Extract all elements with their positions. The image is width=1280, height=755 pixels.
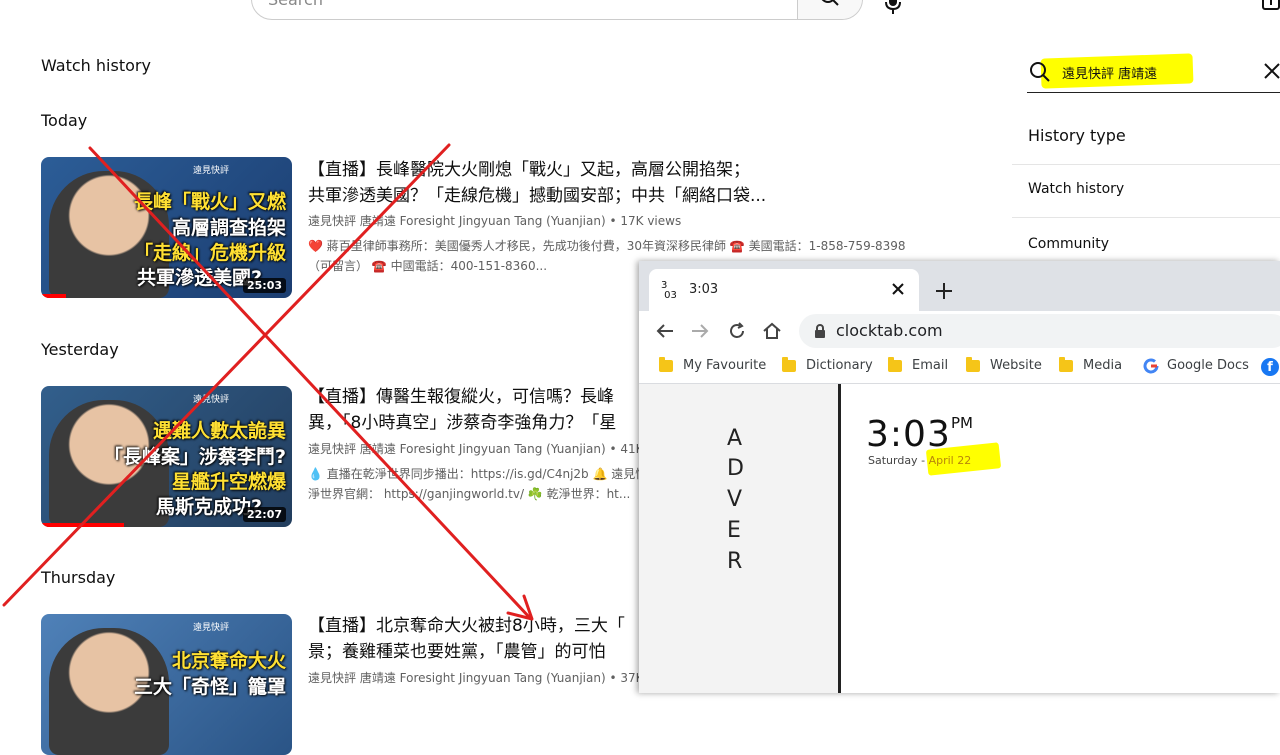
page-content: A D V E R 3:03 PM Saturday - April 22: [639, 384, 1280, 693]
filter-label: Watch history: [1028, 181, 1125, 197]
forward-icon[interactable]: [690, 321, 710, 341]
reload-icon[interactable]: [727, 321, 747, 341]
bookmarks-bar: My Favourite Dictionary Email Website Me…: [639, 351, 1280, 384]
browser-window[interactable]: 3 03 3:03 clocktab.com My Favourite Dict…: [639, 261, 1280, 693]
thumbnail-brand: 遠見快評: [193, 166, 230, 176]
video-title-line: 【直播】長峰醫院大火剛熄「戰火」又起，高層公開掐架；: [308, 160, 750, 180]
close-icon[interactable]: [889, 280, 907, 298]
description-line: 💧 直播在乾淨世界同步播出：https://is.gd/C4nj2b 🔔 遠見快…: [308, 467, 660, 481]
thumbnail-brand: 遠見快評: [193, 395, 230, 405]
section-today: Today: [41, 111, 88, 130]
browser-tab[interactable]: 3 03 3:03: [649, 269, 919, 311]
search-icon: [821, 0, 839, 6]
advertisement-column: A D V E R: [639, 384, 841, 693]
folder-icon: [1059, 357, 1073, 372]
ad-letter: E: [727, 518, 741, 543]
video-description: 💧 直播在乾淨世界同步播出：https://is.gd/C4nj2b 🔔 遠見快…: [308, 464, 659, 504]
url-text: clocktab.com: [836, 321, 943, 340]
clock-date: Saturday - April 22: [868, 454, 971, 467]
page-title: Watch history: [41, 56, 151, 75]
clock-weekday: Saturday: [868, 454, 918, 467]
google-icon: [1143, 358, 1159, 374]
thumbnail-text: 遇難人數太詭異: [152, 420, 286, 442]
description-line: ❤️ 蔣百里律師事務所：美國優秀人才移民，先成功後付費，30年資深移民律師 ☎️…: [308, 239, 906, 253]
channel-name[interactable]: 遠見快評 唐靖遠 Foresight Jingyuan Tang (Yuanji…: [308, 442, 606, 456]
filter-label: Community: [1028, 236, 1110, 252]
watch-progress-bar: [41, 523, 124, 527]
folder-icon: [966, 357, 980, 372]
video-thumbnail[interactable]: 遠見快評 北京奪命大火 三大「奇怪」籠罩: [41, 614, 292, 755]
section-thursday: Thursday: [41, 568, 116, 587]
description-line: 淨世界官網： https://ganjingworld.tv/ ☘️ 乾淨世界：…: [308, 487, 631, 501]
close-icon[interactable]: [1263, 62, 1280, 80]
section-yesterday: Yesterday: [41, 340, 119, 359]
video-meta: 遠見快評 唐靖遠 Foresight Jingyuan Tang (Yuanji…: [308, 440, 665, 457]
ad-letter: A: [727, 426, 743, 451]
history-type-label: History type: [1028, 126, 1126, 145]
view-count: 17K views: [620, 214, 682, 228]
thumbnail-text: 高層調查掐架: [171, 217, 286, 239]
bookmark-label: Media: [1083, 358, 1123, 373]
thumbnail-text: 星艦升空燃爆: [171, 471, 286, 493]
channel-name[interactable]: 遠見快評 唐靖遠 Foresight Jingyuan Tang (Yuanji…: [308, 671, 606, 685]
ad-letter: R: [727, 549, 743, 574]
folder-icon: [888, 357, 902, 372]
date-separator: -: [921, 454, 926, 467]
video-meta: 遠見快評 唐靖遠 Foresight Jingyuan Tang (Yuanji…: [308, 669, 665, 686]
video-title[interactable]: 【直播】長峰醫院大火剛熄「戰火」又起，高層公開掐架； 共軍滲透美國？「走線危機」…: [308, 157, 828, 209]
tab-favicon: 3 03: [661, 280, 677, 301]
channel-name[interactable]: 遠見快評 唐靖遠 Foresight Jingyuan Tang (Yuanji…: [308, 214, 606, 228]
folder-icon: [659, 357, 673, 372]
mic-icon[interactable]: [882, 0, 904, 14]
duration-badge: 25:03: [242, 278, 286, 293]
back-icon[interactable]: [655, 321, 675, 341]
video-thumbnail[interactable]: 遠見快評 長峰「戰火」又燃 高層調查掐架 「走線」危機升級 共軍滲透美國? 25…: [41, 157, 292, 298]
browser-toolbar: clocktab.com: [639, 311, 1280, 351]
duration-badge: 22:07: [242, 507, 286, 522]
video-meta: 遠見快評 唐靖遠 Foresight Jingyuan Tang (Yuanji…: [308, 214, 682, 228]
search-icon[interactable]: [1029, 61, 1051, 83]
history-type-heading: History type: [1012, 110, 1280, 165]
bookmark-label: My Favourite: [683, 358, 767, 373]
search-button[interactable]: [797, 0, 862, 19]
search-box[interactable]: [251, 0, 863, 20]
thumbnail-text: 三大「奇怪」籠罩: [133, 676, 286, 698]
history-search-input[interactable]: 遠見快評 唐靖遠: [1062, 63, 1157, 82]
clock-ampm: PM: [951, 414, 973, 432]
home-icon[interactable]: [762, 321, 782, 341]
thumbnail-text: 北京奪命大火: [171, 650, 286, 672]
folder-icon: [782, 357, 796, 372]
facebook-icon: f: [1261, 358, 1279, 376]
ad-letter: V: [727, 487, 743, 512]
plus-icon[interactable]: [933, 280, 955, 302]
clock-day: April 22: [928, 454, 972, 467]
bookmark-label: Email: [912, 358, 949, 373]
thumbnail-text: 「走線」危機升級: [133, 242, 286, 264]
video-title-line: 共軍滲透美國？「走線危機」撼動國安部；中共「網絡口袋...: [308, 186, 767, 206]
tab-title: 3:03: [689, 282, 719, 297]
create-icon[interactable]: [1262, 0, 1280, 10]
video-thumbnail[interactable]: 遠見快評 遇難人數太詭異 「長峰案」涉蔡李鬥? 星艦升空燃爆 馬斯克成功? 22…: [41, 386, 292, 527]
bookmark-label: Dictionary: [806, 358, 873, 373]
filter-watch-history[interactable]: Watch history: [1012, 165, 1280, 218]
ad-letter: D: [727, 456, 744, 481]
bookmark-label: Google Docs: [1167, 358, 1249, 373]
search-input[interactable]: [252, 0, 800, 19]
bookmark-label: Website: [990, 358, 1042, 373]
tab-strip: 3 03 3:03: [639, 261, 1280, 311]
watch-progress-bar: [41, 294, 67, 298]
thumbnail-text: 長峰「戰火」又燃: [133, 191, 286, 213]
lock-icon: [815, 324, 825, 338]
address-bar[interactable]: clocktab.com: [799, 314, 1280, 348]
thumbnail-text: 「長峰案」涉蔡李鬥?: [103, 446, 286, 468]
thumbnail-brand: 遠見快評: [193, 623, 230, 633]
